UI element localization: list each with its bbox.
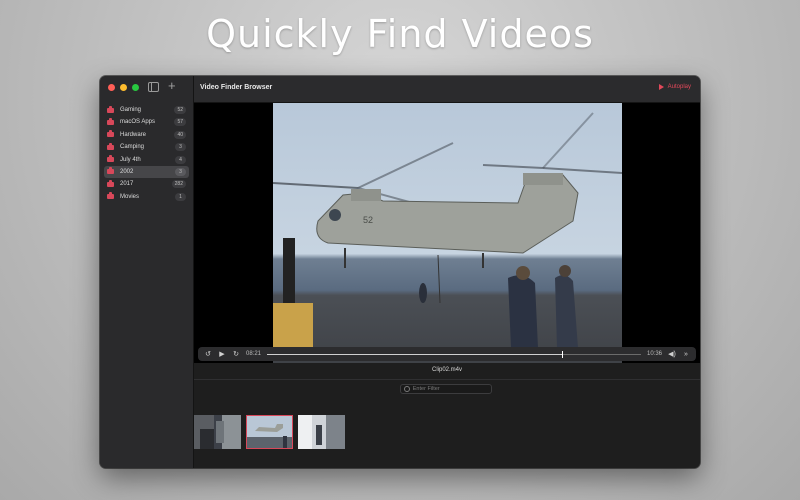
- tail-number: 52: [363, 215, 373, 225]
- sidebar-item-label: Camping: [120, 144, 145, 151]
- headline: Quickly Find Videos: [206, 12, 594, 56]
- volume-icon[interactable]: ◀): [668, 350, 676, 358]
- title-bar: Video Finder Browser Autoplay: [194, 76, 700, 103]
- clip-filename: Clip02.m4v: [431, 367, 462, 373]
- window-title: Video Finder Browser: [200, 84, 273, 91]
- thumbnail-clip01[interactable]: [194, 415, 241, 449]
- sidebar-item-july-4th[interactable]: July 4th 4: [104, 154, 189, 166]
- sidebar-item-label: 2017: [120, 181, 134, 188]
- next-icon[interactable]: »: [682, 351, 690, 358]
- folder-icon: [107, 117, 114, 125]
- thumbnail-strip: [194, 415, 345, 451]
- video-frame[interactable]: 52: [273, 103, 622, 363]
- scrubber[interactable]: [267, 350, 641, 358]
- autoplay-button[interactable]: Autoplay: [658, 84, 691, 90]
- minimize-button[interactable]: [120, 84, 127, 91]
- sidebar-item-2002[interactable]: 2002 3: [104, 165, 189, 178]
- count-badge: 282: [171, 180, 186, 189]
- duration-time: 10:36: [646, 351, 662, 357]
- thumbnail-image: [298, 415, 345, 449]
- filter-icon: [404, 386, 410, 392]
- video-player[interactable]: 52: [194, 103, 700, 363]
- sidebar-item-label: Movies: [120, 193, 140, 200]
- sidebar-item-movies[interactable]: Movies 1: [104, 191, 189, 203]
- sidebar-item-label: macOS Apps: [120, 119, 156, 126]
- sidebar: + Gaming 52 macOS Apps 57 Hardware 40 Ca…: [100, 76, 194, 468]
- divider: [194, 379, 700, 380]
- zoom-button[interactable]: [132, 84, 139, 91]
- main-panel: Video Finder Browser Autoplay 52 ↺ ▶ ↻ 0…: [194, 76, 700, 468]
- folder-icon: [107, 167, 114, 175]
- sidebar-item-2017[interactable]: 2017 282: [104, 178, 189, 190]
- collection-list: Gaming 52 macOS Apps 57 Hardware 40 Camp…: [104, 104, 189, 203]
- sidebar-toggle-icon[interactable]: [148, 82, 159, 92]
- skip-back-icon[interactable]: ↺: [204, 350, 212, 358]
- folder-icon: [107, 192, 114, 200]
- folder-icon: [107, 142, 114, 150]
- scrubber-progress: [267, 353, 563, 355]
- playback-controls: ↺ ▶ ↻ 08:21 10:36 ◀) »: [198, 347, 696, 361]
- close-button[interactable]: [108, 84, 115, 91]
- thumbnail-clip02[interactable]: [246, 415, 293, 449]
- folder-icon: [107, 179, 114, 187]
- add-collection-button[interactable]: +: [168, 78, 176, 93]
- count-badge: 57: [174, 118, 186, 127]
- thumbnail-image: [194, 415, 241, 449]
- sidebar-item-camping[interactable]: Camping 3: [104, 141, 189, 153]
- window-controls: [108, 84, 139, 91]
- sidebar-item-macos-apps[interactable]: macOS Apps 57: [104, 116, 189, 128]
- helicopter-scene: 52: [273, 112, 622, 348]
- folder-icon: [107, 155, 114, 163]
- count-badge: 40: [174, 130, 186, 139]
- play-icon[interactable]: ▶: [218, 350, 226, 358]
- count-badge: 3: [175, 167, 186, 176]
- scrubber-handle[interactable]: [562, 350, 564, 358]
- count-badge: 4: [175, 155, 186, 164]
- sidebar-item-label: Gaming: [120, 107, 142, 113]
- folder-icon: [107, 105, 114, 113]
- sidebar-item-hardware[interactable]: Hardware 40: [104, 129, 189, 141]
- sidebar-item-gaming[interactable]: Gaming 52: [104, 104, 189, 116]
- filter-field[interactable]: [400, 384, 492, 394]
- sidebar-item-label: Hardware: [120, 131, 147, 138]
- play-outline-icon: [658, 84, 664, 90]
- count-badge: 1: [175, 192, 186, 201]
- sidebar-item-label: July 4th: [120, 156, 141, 163]
- count-badge: 52: [174, 106, 186, 114]
- thumbnail-clip03[interactable]: [298, 415, 345, 449]
- skip-forward-icon[interactable]: ↻: [232, 350, 240, 358]
- filter-input[interactable]: [412, 386, 488, 392]
- sidebar-item-label: 2002: [120, 168, 134, 175]
- autoplay-label: Autoplay: [667, 84, 691, 90]
- folder-icon: [107, 130, 114, 138]
- app-window: + Gaming 52 macOS Apps 57 Hardware 40 Ca…: [100, 76, 700, 468]
- count-badge: 3: [175, 143, 186, 152]
- thumbnail-image: [247, 416, 292, 448]
- elapsed-time: 08:21: [246, 351, 262, 357]
